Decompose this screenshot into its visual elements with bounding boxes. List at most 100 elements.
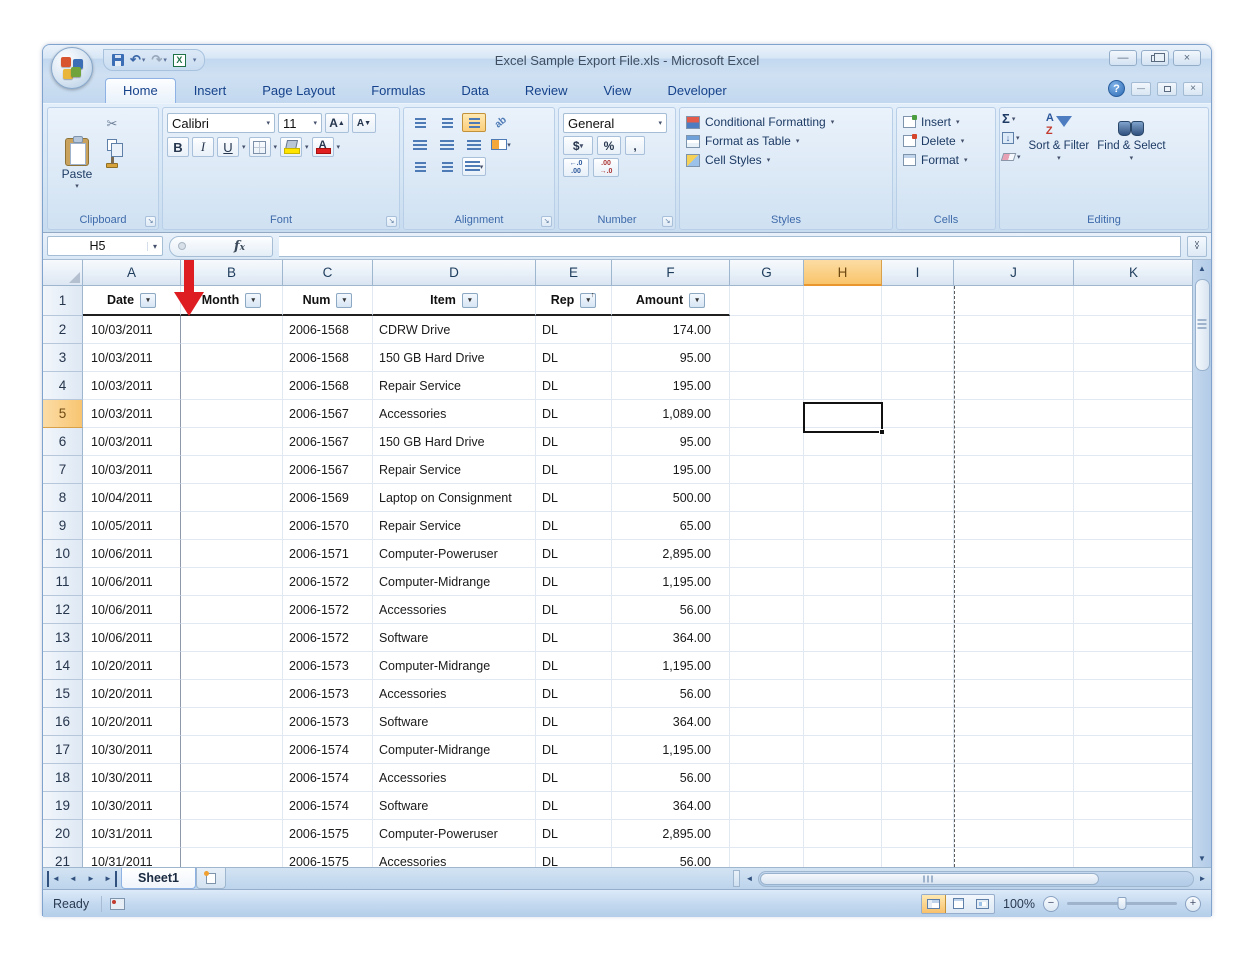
align-middle-button[interactable] (435, 113, 459, 132)
cell-F16[interactable]: 364.00 (612, 708, 730, 736)
cell-J20[interactable] (954, 820, 1074, 848)
cell-E20[interactable]: DL (536, 820, 612, 848)
cell-H14[interactable] (804, 652, 882, 680)
row-header-8[interactable]: 8 (43, 484, 83, 512)
cell-B13[interactable] (181, 624, 283, 652)
cell-C4[interactable]: 2006-1568 (283, 372, 373, 400)
wrap-text-button[interactable]: ▾ (462, 157, 486, 176)
find-select-button[interactable]: Find & Select ▾ (1097, 110, 1165, 213)
scroll-down-button[interactable]: ▼ (1194, 850, 1211, 867)
paste-button[interactable]: Paste ▾ (52, 111, 102, 213)
cell-B19[interactable] (181, 792, 283, 820)
font-size-combo[interactable]: 11▾ (278, 113, 322, 133)
cell-C5[interactable]: 2006-1567 (283, 400, 373, 428)
cell-A7[interactable]: 10/03/2011 (83, 456, 181, 484)
cell-B3[interactable] (181, 344, 283, 372)
cell-D12[interactable]: Accessories (373, 596, 536, 624)
horizontal-scroll-thumb[interactable] (760, 873, 1099, 885)
currency-button[interactable]: $▾ (563, 136, 593, 155)
cell-C15[interactable]: 2006-1573 (283, 680, 373, 708)
zoom-slider[interactable] (1067, 902, 1177, 905)
cell-F20[interactable]: 2,895.00 (612, 820, 730, 848)
cell-J5[interactable] (954, 400, 1074, 428)
cell-H9[interactable] (804, 512, 882, 540)
cell-A5[interactable]: 10/03/2011 (83, 400, 181, 428)
cell-D5[interactable]: Accessories (373, 400, 536, 428)
underline-dropdown-icon[interactable]: ▾ (242, 143, 246, 151)
cell-D8[interactable]: Laptop on Consignment (373, 484, 536, 512)
cell-G4[interactable] (730, 372, 804, 400)
cell-H4[interactable] (804, 372, 882, 400)
row-header-10[interactable]: 10 (43, 540, 83, 568)
cell-G14[interactable] (730, 652, 804, 680)
shrink-font-button[interactable]: A▼ (352, 113, 376, 133)
cell-J1[interactable] (954, 286, 1074, 316)
cell-F7[interactable]: 195.00 (612, 456, 730, 484)
cell-I3[interactable] (882, 344, 954, 372)
grow-font-button[interactable]: A▲ (325, 113, 349, 133)
cell-E9[interactable]: DL (536, 512, 612, 540)
macro-record-button[interactable] (110, 898, 125, 910)
cell-K14[interactable] (1074, 652, 1192, 680)
cell-B21[interactable] (181, 848, 283, 867)
cell-E13[interactable]: DL (536, 624, 612, 652)
cell-K16[interactable] (1074, 708, 1192, 736)
workbook-close-button[interactable]: × (1183, 82, 1203, 96)
cell-A21[interactable]: 10/31/2011 (83, 848, 181, 867)
cell-E7[interactable]: DL (536, 456, 612, 484)
row-header-20[interactable]: 20 (43, 820, 83, 848)
cell-K19[interactable] (1074, 792, 1192, 820)
fx-icon[interactable]: fx (234, 239, 245, 254)
cell-G10[interactable] (730, 540, 804, 568)
cell-C20[interactable]: 2006-1575 (283, 820, 373, 848)
cell-I17[interactable] (882, 736, 954, 764)
zoom-slider-thumb[interactable] (1118, 897, 1127, 910)
font-color-dropdown-icon[interactable]: ▾ (337, 143, 341, 151)
cell-C19[interactable]: 2006-1574 (283, 792, 373, 820)
cell-H3[interactable] (804, 344, 882, 372)
cell-G9[interactable] (730, 512, 804, 540)
cell-A13[interactable]: 10/06/2011 (83, 624, 181, 652)
column-header-F[interactable]: F (612, 260, 730, 286)
cell-B20[interactable] (181, 820, 283, 848)
cell-E8[interactable]: DL (536, 484, 612, 512)
cell-D11[interactable]: Computer-Midrange (373, 568, 536, 596)
cell-K1[interactable] (1074, 286, 1192, 316)
cell-C9[interactable]: 2006-1570 (283, 512, 373, 540)
page-break-view-button[interactable] (970, 895, 994, 913)
font-size-dropdown-icon[interactable]: ▾ (313, 119, 317, 127)
fill-button[interactable]: ↓▾ (1002, 129, 1021, 146)
cell-E6[interactable]: DL (536, 428, 612, 456)
cell-D18[interactable]: Accessories (373, 764, 536, 792)
cell-I21[interactable] (882, 848, 954, 867)
cell-C16[interactable]: 2006-1573 (283, 708, 373, 736)
cell-C2[interactable]: 2006-1568 (283, 316, 373, 344)
bold-button[interactable]: B (167, 137, 189, 157)
row-header-6[interactable]: 6 (43, 428, 83, 456)
italic-button[interactable]: I (192, 137, 214, 157)
cell-D2[interactable]: CDRW Drive (373, 316, 536, 344)
normal-view-button[interactable] (922, 895, 946, 913)
header-cell-month[interactable]: Month▾ (181, 286, 283, 316)
cell-D15[interactable]: Accessories (373, 680, 536, 708)
cell-K15[interactable] (1074, 680, 1192, 708)
cell-B10[interactable] (181, 540, 283, 568)
cell-I12[interactable] (882, 596, 954, 624)
cell-F2[interactable]: 174.00 (612, 316, 730, 344)
cell-styles-button[interactable]: Cell Styles▾ (686, 153, 886, 167)
cell-F3[interactable]: 95.00 (612, 344, 730, 372)
filter-button[interactable]: ▾ (245, 293, 261, 308)
cell-H16[interactable] (804, 708, 882, 736)
cell-C12[interactable]: 2006-1572 (283, 596, 373, 624)
tab-developer[interactable]: Developer (649, 78, 744, 103)
cell-E18[interactable]: DL (536, 764, 612, 792)
cell-B6[interactable] (181, 428, 283, 456)
tab-formulas[interactable]: Formulas (353, 78, 443, 103)
merge-center-button[interactable]: ▾ (489, 135, 513, 154)
cell-H5[interactable] (804, 400, 882, 428)
cell-A19[interactable]: 10/30/2011 (83, 792, 181, 820)
format-painter-button[interactable] (102, 157, 122, 174)
cell-G17[interactable] (730, 736, 804, 764)
row-header-9[interactable]: 9 (43, 512, 83, 540)
cell-D20[interactable]: Computer-Poweruser (373, 820, 536, 848)
